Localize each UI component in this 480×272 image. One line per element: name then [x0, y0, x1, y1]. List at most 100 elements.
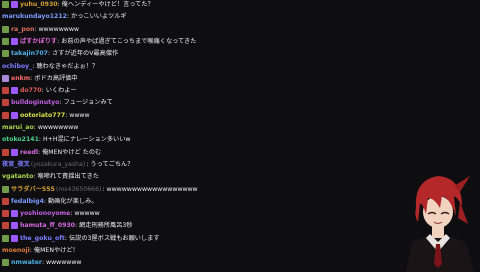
chat-username[interactable]: ra_pon — [11, 24, 34, 35]
chat-username[interactable]: enkm — [11, 73, 30, 84]
chat-badge-icon[interactable] — [2, 25, 9, 33]
chat-separator: : — [57, 37, 60, 45]
chat-separator: : — [43, 197, 46, 205]
chat-login-name: (yozakura_yasha) — [30, 160, 86, 168]
chat-username[interactable]: hamuta_ff_0930 — [20, 220, 75, 231]
chat-badge-icon[interactable] — [11, 1, 18, 8]
chat-message: サラダバー555 (ms43650666): wwwwwwwwwwwwwwwwww — [2, 184, 198, 195]
chat-message-text: 俺ヘンディーやけど！言ってた？ — [61, 1, 154, 8]
chat-badge-icon[interactable] — [2, 197, 9, 205]
chat-username[interactable]: otoko2141 — [2, 134, 39, 145]
vtuber-avatar — [406, 176, 474, 272]
chat-username[interactable]: ぱすかぽりす — [20, 36, 57, 47]
chat-message: reedl: 俺MENやけど たのむ — [2, 147, 101, 158]
chat-message-text: 聴わなきゃだよぉ！？ — [36, 62, 99, 70]
chat-message-text: 喉啼れて責揺出てきた — [37, 173, 99, 181]
chat-badge-icon[interactable] — [11, 111, 18, 119]
chat-username[interactable]: takajin707 — [11, 48, 48, 59]
chat-username[interactable]: vgatanto — [2, 171, 33, 182]
chat-badge-icon[interactable] — [2, 37, 9, 45]
chat-separator: : — [64, 234, 67, 242]
chat-separator: : — [41, 87, 44, 95]
chat-separator: : — [33, 124, 36, 131]
chat-separator: : — [102, 185, 105, 193]
chat-message: enkm: ボドカ高評価中 — [2, 73, 78, 84]
chat-message: moenoji: 俺MENやけど！ — [2, 245, 79, 256]
chat-username[interactable]: 夜宮_夜叉 — [2, 159, 30, 170]
chat-message-text: wwwwwwwwwwwwwwwwww — [106, 185, 198, 193]
chat-username[interactable]: marui_ao — [2, 122, 34, 133]
chat-badge-icon[interactable] — [2, 185, 9, 193]
chat-separator: : — [38, 136, 41, 144]
chat-badge-icon[interactable] — [2, 222, 9, 230]
chat-username[interactable]: the_goku_oft — [20, 233, 65, 244]
chat-message: vgatanto: 喉啼れて責揺出てきた — [2, 171, 99, 182]
chat-message-text: うってごちん？ — [90, 160, 134, 168]
chat-message: ootoriato777: wwww — [2, 110, 90, 121]
chat-badge-icon[interactable] — [11, 37, 18, 45]
chat-message: marui_ao: wwwwwwww — [2, 122, 78, 133]
chat-message: takajin707: さすが近年のV最高傑作 — [2, 48, 118, 59]
chat-username[interactable]: nmwater — [11, 257, 42, 268]
chat-username[interactable]: fedalbig4 — [11, 196, 44, 207]
chat-badge-icon[interactable] — [2, 87, 9, 95]
chat-username[interactable]: yoshionoyome — [20, 208, 70, 219]
chat-badge-icon[interactable] — [11, 87, 18, 95]
chat-badge-icon[interactable] — [11, 210, 18, 218]
chat-message-text: wwwwwww — [46, 259, 82, 267]
chat-badge-icon[interactable] — [11, 222, 18, 230]
chat-message: the_goku_oft: 伝説の3屋ボス戦もお願いします — [2, 233, 160, 244]
chat-badge-icon[interactable] — [2, 74, 9, 82]
chat-username[interactable]: ochiboy_ — [2, 61, 32, 72]
chat-badge-icon[interactable] — [2, 234, 9, 242]
chat-message-text: かっこいいよツルギ — [71, 13, 127, 21]
chat-message: ぱすかぽりす: お前の声やば過ぎてこっちまで喉痛くなってきた — [2, 36, 196, 47]
chat-badge-icon[interactable] — [11, 234, 18, 242]
chat-separator: : — [29, 247, 32, 254]
chat-message-text: 伝説の3屋ボス戦もお願いします — [68, 234, 160, 242]
chat-separator: : — [48, 50, 51, 58]
chat-message-text: 俺MENやけど たのむ — [42, 148, 102, 156]
chat-message: 夜宮_夜叉 (yozakura_yasha): うってごちん？ — [2, 159, 133, 170]
chat-username[interactable]: reedl — [20, 147, 38, 158]
chat-username[interactable]: moenoji — [2, 245, 30, 256]
chat-separator: : — [33, 173, 36, 181]
chat-message: marukundayo1212: かっこいいよツルギ — [2, 11, 127, 22]
chat-username[interactable]: サラダバー555 — [11, 184, 55, 195]
chat-separator: : — [59, 99, 62, 107]
chat-message: nmwater: wwwwwww — [2, 257, 81, 268]
chat-message-text: ボドカ高評価中 — [34, 74, 78, 82]
chat-message-text: 網走刑務所風呂3秒 — [79, 222, 133, 230]
chat-separator: : — [70, 210, 73, 218]
chat-message-text: さすが近年のV最高傑作 — [52, 50, 119, 58]
chat-separator: : — [75, 222, 78, 230]
chat-badge-icon[interactable] — [11, 148, 18, 156]
chat-username[interactable]: do770 — [20, 85, 42, 96]
chat-separator: : — [65, 111, 68, 119]
chat-message: ochiboy_: 聴わなきゃだよぉ！？ — [2, 61, 98, 72]
chat-message: yuhu_0930: 俺ヘンディーやけど！言ってた？ — [2, 0, 154, 10]
chat-separator: : — [66, 13, 70, 21]
chat-username[interactable]: bulldoginutyo — [11, 97, 59, 108]
chat-message-text: 動画化が楽しみ。 — [48, 197, 98, 205]
chat-badge-icon[interactable] — [2, 99, 9, 107]
chat-badge-icon[interactable] — [2, 259, 9, 267]
chat-message: ra_pon: wwwwwwww — [2, 24, 79, 35]
chat-badge-icon[interactable] — [2, 148, 9, 156]
chat-badge-icon[interactable] — [2, 1, 9, 8]
chat-message-text: wwwww — [74, 210, 100, 218]
chat-badge-icon[interactable] — [2, 111, 9, 119]
chat-message-text: wwwwwwww — [38, 25, 80, 33]
chat-message-text: いくわよー — [45, 87, 77, 95]
chat-message: fedalbig4: 動画化が楽しみ。 — [2, 196, 98, 207]
chat-message-text: wwww — [69, 111, 90, 119]
chat-separator: : — [34, 25, 37, 33]
chat-separator: : — [32, 62, 35, 70]
chat-badge-icon[interactable] — [2, 210, 9, 218]
chat-username[interactable]: yuhu_0930 — [20, 0, 58, 10]
chat-message-text: お前の声やば過ぎてこっちまで喉痛くなってきた — [61, 37, 197, 45]
chat-username[interactable]: marukundayo1212 — [2, 11, 67, 22]
chat-separator: : — [38, 148, 41, 156]
chat-badge-icon[interactable] — [2, 50, 9, 58]
chat-username[interactable]: ootoriato777 — [20, 110, 65, 121]
